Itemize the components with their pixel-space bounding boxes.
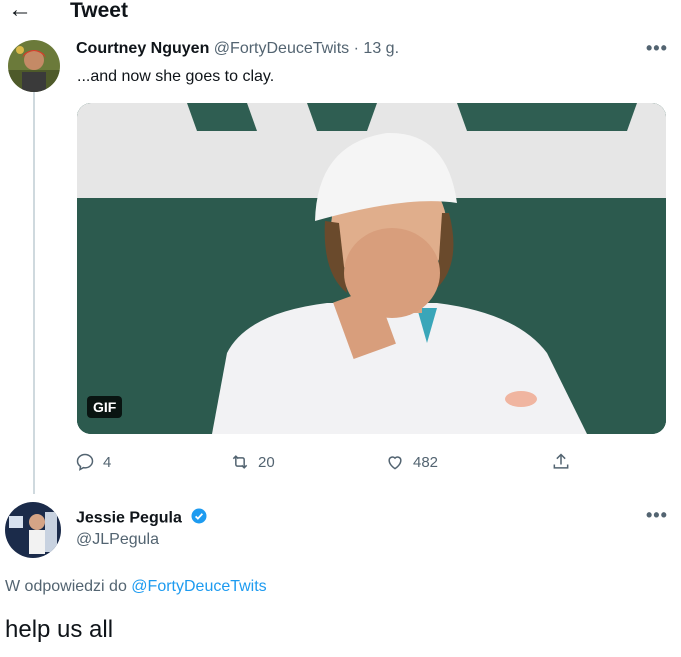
reply-author-name[interactable]: Jessie Pegula (76, 510, 182, 527)
reply-more-options-icon[interactable]: ••• (646, 505, 668, 526)
separator-dot: · (353, 40, 359, 57)
retweet-icon (232, 455, 248, 469)
like-button[interactable]: 482 (385, 452, 438, 472)
thread-line (33, 92, 35, 494)
retweet-button[interactable]: 20 (230, 452, 275, 472)
back-arrow-icon[interactable]: ← (8, 0, 32, 24)
tweet-header: Courtney Nguyen @FortyDeuceTwits · 13 g. (76, 40, 399, 58)
gif-badge: GIF (87, 396, 123, 418)
tweet-time[interactable]: 13 g. (363, 40, 399, 57)
replying-to-prefix: W odpowiedzi do (5, 578, 127, 595)
author-handle[interactable]: @FortyDeuceTwits (214, 40, 349, 57)
share-icon (553, 453, 569, 469)
retweet-count: 20 (258, 453, 275, 471)
reply-icon (76, 453, 94, 471)
verified-badge-icon (190, 507, 208, 530)
page-title: Tweet (70, 0, 128, 22)
reply-text: help us all (5, 616, 114, 643)
avatar[interactable] (8, 40, 60, 92)
like-count: 482 (413, 453, 439, 471)
reply-avatar[interactable] (5, 502, 61, 558)
tweet-text: ...and now she goes to clay. (77, 68, 275, 85)
reply-count: 4 (103, 453, 112, 471)
reply-header: Jessie Pegula (76, 507, 208, 530)
replying-to: W odpowiedzi do @FortyDeuceTwits (5, 578, 267, 596)
share-button[interactable] (551, 452, 571, 472)
reply-button[interactable]: 4 (75, 452, 111, 472)
tweet-media-gif[interactable] (77, 103, 666, 434)
more-options-icon[interactable]: ••• (646, 38, 668, 59)
author-name[interactable]: Courtney Nguyen (76, 40, 209, 57)
replying-to-mention[interactable]: @FortyDeuceTwits (131, 578, 266, 595)
reply-author-handle[interactable]: @JLPegula (76, 531, 159, 549)
heart-icon (388, 456, 402, 470)
